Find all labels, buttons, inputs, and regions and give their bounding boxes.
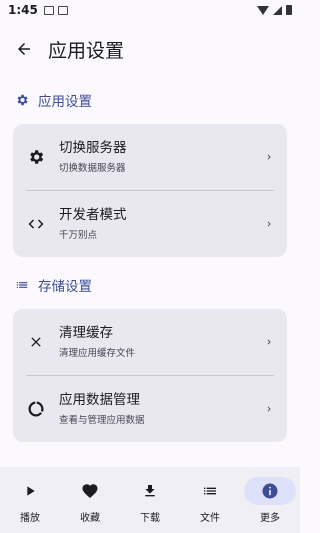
item-title: 开发者模式 bbox=[59, 207, 127, 223]
item-subtitle: 切换数据服务器 bbox=[59, 163, 126, 174]
signal-icon bbox=[273, 5, 282, 15]
nav-item-favorites[interactable]: 收藏 bbox=[60, 467, 120, 533]
settings-card-storage: 清理缓存 清理应用缓存文件 应用数据管理 查看与管理应用数据 bbox=[13, 309, 287, 442]
nav-label: 更多 bbox=[260, 513, 280, 524]
gear-icon bbox=[14, 92, 30, 108]
battery-icon bbox=[286, 5, 292, 15]
close-icon bbox=[25, 331, 47, 353]
app-bar: 应用设置 bbox=[0, 24, 300, 74]
list-icon bbox=[14, 277, 30, 293]
section-header-app-settings: 应用设置 bbox=[0, 76, 300, 124]
bottom-navigation: 播放 收藏 下载 文件 更多 bbox=[0, 467, 300, 533]
settings-card-app: 切换服务器 切换数据服务器 开发者模式 千万别点 bbox=[13, 124, 287, 257]
nav-label: 播放 bbox=[20, 513, 40, 524]
nav-label: 文件 bbox=[200, 513, 220, 524]
download-icon bbox=[124, 477, 176, 505]
section-title: 应用设置 bbox=[38, 94, 92, 110]
nav-item-more[interactable]: 更多 bbox=[240, 467, 300, 533]
info-icon bbox=[244, 477, 296, 505]
status-bar: 1:45 bbox=[0, 0, 300, 20]
app-data-management-item[interactable]: 应用数据管理 查看与管理应用数据 bbox=[13, 376, 287, 442]
switch-server-item[interactable]: 切换服务器 切换数据服务器 bbox=[13, 124, 287, 190]
item-subtitle: 查看与管理应用数据 bbox=[59, 415, 145, 426]
image-notification-icon bbox=[43, 5, 54, 15]
file-list-icon bbox=[184, 477, 236, 505]
item-title: 清理缓存 bbox=[59, 325, 113, 341]
settings-content: 应用设置 切换服务器 切换数据服务器 开发者模式 千万别点 存储设置 清理缓存 … bbox=[0, 76, 300, 466]
nav-item-play[interactable]: 播放 bbox=[0, 467, 60, 533]
chevron-right-icon bbox=[263, 151, 275, 163]
code-icon bbox=[25, 213, 47, 235]
heart-icon bbox=[64, 477, 116, 505]
nav-label: 收藏 bbox=[80, 513, 100, 524]
nav-label: 下载 bbox=[140, 513, 160, 524]
chevron-right-icon bbox=[263, 336, 275, 348]
item-subtitle: 千万别点 bbox=[59, 230, 98, 241]
play-icon bbox=[4, 477, 56, 505]
nav-item-files[interactable]: 文件 bbox=[180, 467, 240, 533]
item-subtitle: 清理应用缓存文件 bbox=[59, 348, 136, 359]
back-button[interactable] bbox=[0, 25, 48, 73]
chevron-right-icon bbox=[263, 403, 275, 415]
nav-item-download[interactable]: 下载 bbox=[120, 467, 180, 533]
app-notification-icon bbox=[57, 5, 68, 15]
wifi-icon bbox=[257, 5, 269, 15]
developer-mode-item[interactable]: 开发者模式 千万别点 bbox=[13, 191, 287, 257]
chevron-right-icon bbox=[263, 218, 275, 230]
item-title: 应用数据管理 bbox=[59, 392, 140, 408]
gear-icon bbox=[25, 146, 47, 168]
arrow-back-icon bbox=[18, 43, 30, 55]
clear-cache-item[interactable]: 清理缓存 清理应用缓存文件 bbox=[13, 309, 287, 375]
section-title: 存储设置 bbox=[38, 279, 92, 295]
status-time: 1:45 bbox=[8, 3, 38, 17]
item-title: 切换服务器 bbox=[59, 140, 127, 156]
page-title: 应用设置 bbox=[48, 39, 125, 62]
section-header-storage-settings: 存储设置 bbox=[0, 261, 300, 309]
storage-icon bbox=[25, 398, 47, 420]
